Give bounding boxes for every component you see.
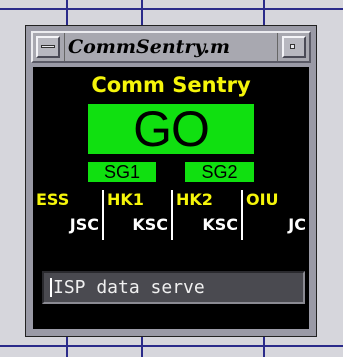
station-ess: ESS JSC — [33, 190, 102, 240]
sg2-indicator: SG2 — [185, 162, 254, 182]
window-menu-icon[interactable] — [36, 36, 60, 58]
station-hk1: HK1 KSC — [102, 190, 171, 240]
desktop-grid-line — [0, 8, 343, 10]
minimize-icon[interactable] — [282, 36, 306, 58]
station-oiu: OIU JC — [241, 190, 309, 240]
data-server-field[interactable]: ISP data serve — [42, 271, 305, 304]
status-panel: Comm Sentry GO SG1 SG2 ESS JSC HK1 KSC H… — [33, 67, 309, 329]
title-bar[interactable]: CommSentry.m — [31, 31, 311, 63]
go-status-indicator: GO — [88, 104, 254, 154]
desktop-grid-line — [0, 345, 343, 347]
sg1-indicator: SG1 — [88, 162, 156, 182]
station-value: JSC — [69, 215, 99, 234]
station-value: JC — [288, 215, 306, 234]
data-server-text: ISP data serve — [53, 277, 205, 298]
window-title: CommSentry.m — [64, 33, 278, 61]
station-hk2: HK2 KSC — [171, 190, 241, 240]
station-label: HK1 — [107, 190, 144, 209]
station-label: HK2 — [176, 190, 213, 209]
go-status-text: GO — [133, 101, 210, 157]
comm-sentry-window[interactable]: CommSentry.m Comm Sentry GO SG1 SG2 ESS … — [26, 26, 316, 336]
text-caret — [50, 278, 52, 297]
station-value: KSC — [202, 215, 238, 234]
station-label: OIU — [246, 190, 279, 209]
app-title: Comm Sentry — [91, 73, 251, 97]
station-value: KSC — [132, 215, 168, 234]
station-label: ESS — [36, 190, 70, 209]
